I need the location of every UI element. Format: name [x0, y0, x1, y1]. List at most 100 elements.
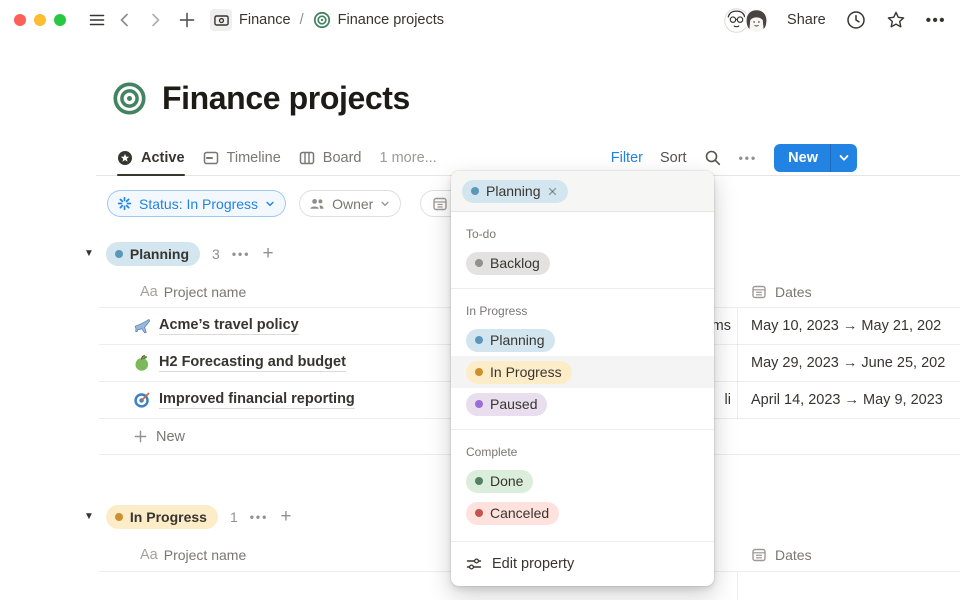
chevron-down-icon — [265, 199, 275, 209]
minimize-window-button[interactable] — [34, 14, 46, 26]
option-in-progress[interactable]: In Progress — [451, 356, 714, 388]
option-canceled[interactable]: Canceled — [451, 497, 714, 529]
tab-timeline[interactable]: Timeline — [203, 141, 281, 175]
dates-cell[interactable]: May 10, 2023 → May 21, 202 — [751, 308, 960, 344]
option-label: Backlog — [490, 255, 540, 271]
back-button[interactable] — [116, 11, 134, 29]
zoom-window-button[interactable] — [54, 14, 66, 26]
option-label: Planning — [490, 332, 545, 348]
edit-property-button[interactable]: Edit property — [451, 542, 714, 586]
project-title[interactable]: H2 Forecasting and budget — [159, 354, 346, 372]
dates-column-header[interactable]: Dates — [775, 284, 812, 300]
status-dot — [475, 400, 483, 408]
project-title[interactable]: Improved financial reporting — [159, 391, 355, 409]
group-more-icon[interactable]: ••• — [250, 510, 269, 524]
dates-cell[interactable]: May 29, 2023 → June 25, 202 — [751, 345, 960, 381]
search-icon[interactable] — [704, 149, 722, 167]
group-tag-planning[interactable]: Planning — [106, 242, 200, 266]
hidden-column-partial-text: ms — [714, 308, 731, 344]
add-row-label: New — [156, 429, 185, 445]
name-column-header[interactable]: Project name — [164, 547, 246, 563]
collapse-triangle-icon[interactable]: ▼ — [84, 248, 94, 259]
updates-clock-icon[interactable] — [846, 10, 866, 30]
section-title: Complete — [451, 437, 714, 465]
star-circle-icon — [117, 150, 133, 166]
status-dot — [471, 187, 479, 195]
option-planning[interactable]: Planning — [451, 324, 714, 356]
breadcrumb-page[interactable]: Finance projects — [338, 12, 444, 28]
group-header-in-progress: ▼ In Progress 1 ••• + — [84, 503, 291, 531]
group-label: Planning — [130, 246, 189, 262]
new-button-caret[interactable] — [831, 152, 857, 164]
chevron-left-icon — [116, 11, 134, 29]
share-button[interactable]: Share — [787, 12, 826, 28]
status-section-complete: Complete Done Canceled — [451, 430, 714, 542]
status-dot — [475, 477, 483, 485]
tab-active[interactable]: Active — [117, 141, 185, 175]
status-dot — [115, 250, 123, 258]
option-label: In Progress — [490, 364, 562, 380]
tab-more-views[interactable]: 1 more... — [380, 141, 437, 175]
selected-tag-planning[interactable]: Planning — [462, 180, 568, 203]
status-spinner-icon — [117, 196, 132, 211]
sort-button[interactable]: Sort — [660, 150, 687, 166]
timeline-icon — [203, 150, 219, 166]
status-dot — [475, 509, 483, 517]
status-section-in-progress: In Progress Planning In Progress Paused — [451, 289, 714, 430]
project-title[interactable]: Acme’s travel policy — [159, 317, 299, 335]
people-icon — [309, 196, 325, 212]
new-button[interactable]: New — [774, 144, 857, 172]
dates-cell[interactable]: April 14, 2023 → May 9, 2023 — [751, 382, 960, 418]
option-paused[interactable]: Paused — [451, 388, 714, 420]
view-options-icon[interactable]: ••• — [739, 151, 758, 165]
owner-filter-chip[interactable]: Owner — [299, 190, 401, 217]
filter-button[interactable]: Filter — [611, 150, 643, 166]
dates-column-header[interactable]: Dates — [775, 547, 812, 563]
edit-property-label: Edit property — [492, 556, 574, 572]
status-filter-chip[interactable]: Status: In Progress — [107, 190, 286, 217]
hidden-column-partial-text: li — [714, 382, 731, 418]
group-add-icon[interactable]: + — [262, 243, 273, 265]
avatar-dark-hair-woman[interactable] — [744, 8, 769, 33]
plus-icon — [133, 429, 148, 444]
breadcrumb-space[interactable]: Finance — [239, 12, 291, 28]
text-property-icon: Aa — [140, 547, 158, 563]
target-page-icon — [313, 11, 331, 29]
tab-label: Active — [141, 150, 185, 166]
status-dot — [475, 259, 483, 267]
collapse-triangle-icon[interactable]: ▼ — [84, 511, 94, 522]
status-filter-dropdown: Planning To-do Backlog In Progress Plann… — [451, 171, 714, 586]
close-window-button[interactable] — [14, 14, 26, 26]
breadcrumb: Finance / Finance projects — [210, 9, 444, 31]
dart-target-icon — [133, 391, 151, 409]
option-backlog[interactable]: Backlog — [451, 247, 714, 279]
favorite-star-icon[interactable] — [886, 10, 906, 30]
forward-button[interactable] — [146, 11, 164, 29]
option-label: Canceled — [490, 505, 549, 521]
page-title: Finance projects — [162, 80, 410, 117]
group-tag-in-progress[interactable]: In Progress — [106, 505, 218, 529]
name-column-header[interactable]: Project name — [164, 284, 246, 300]
group-header-planning: ▼ Planning 3 ••• + — [84, 240, 274, 268]
status-filter-label: Status: In Progress — [139, 196, 258, 212]
breadcrumb-separator: / — [300, 12, 304, 28]
calendar-icon — [751, 547, 767, 563]
option-done[interactable]: Done — [451, 465, 714, 497]
new-button-label[interactable]: New — [774, 150, 830, 166]
option-label: Done — [490, 473, 523, 489]
new-page-button[interactable] — [178, 11, 196, 29]
group-more-icon[interactable]: ••• — [232, 247, 251, 261]
tab-board[interactable]: Board — [299, 141, 362, 175]
group-add-icon[interactable]: + — [280, 506, 291, 528]
green-apple-icon — [133, 354, 151, 372]
status-section-todo: To-do Backlog — [451, 212, 714, 289]
finance-space-icon — [210, 9, 232, 31]
selected-tag-label: Planning — [486, 183, 541, 199]
text-property-icon: Aa — [140, 284, 158, 300]
owner-filter-label: Owner — [332, 196, 373, 212]
status-filter-input[interactable]: Planning — [451, 171, 714, 212]
more-options-icon[interactable]: ••• — [926, 12, 946, 29]
remove-tag-icon[interactable] — [547, 186, 558, 197]
target-page-icon-large[interactable] — [112, 81, 147, 116]
sidebar-toggle-button[interactable] — [88, 11, 106, 29]
